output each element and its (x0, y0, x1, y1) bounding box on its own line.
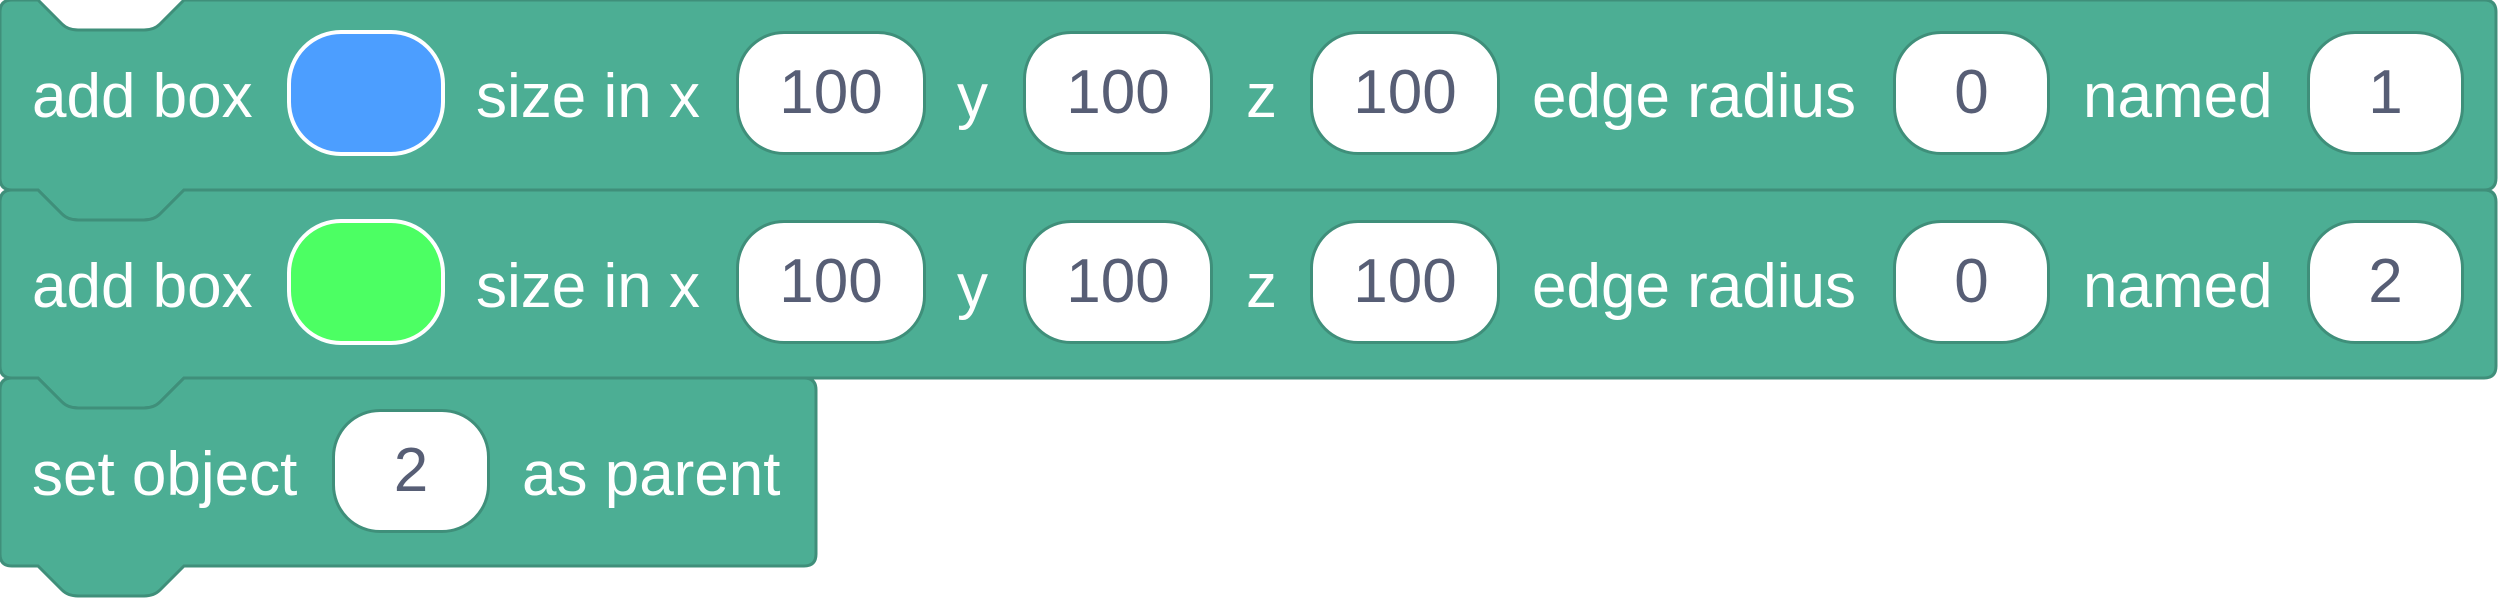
edge-radius-label: edge radius (1532, 62, 1857, 131)
size-y-label: y (957, 62, 988, 131)
size-y-label: y (957, 252, 988, 321)
size-z-input[interactable]: 100 (1310, 31, 1500, 155)
code-canvas: add box size in x 100 y 100 z 100 edge r… (0, 0, 2500, 599)
size-y-input[interactable]: 100 (1023, 31, 1213, 155)
set-object-label: set object (32, 440, 298, 509)
size-z-label: z (1246, 62, 1277, 131)
as-parent-label: as parent (522, 440, 781, 509)
edge-radius-input[interactable]: 0 (1893, 220, 2050, 344)
size-x-input[interactable]: 100 (736, 220, 926, 344)
size-x-label: size in x (476, 252, 700, 321)
size-y-input[interactable]: 100 (1023, 220, 1213, 344)
color-picker-swatch[interactable] (287, 219, 445, 345)
add-box-block-1[interactable]: add box size in x 100 y 100 z 100 edge r… (0, 0, 2496, 190)
name-input[interactable]: 2 (2307, 220, 2464, 344)
size-z-input[interactable]: 100 (1310, 220, 1500, 344)
edge-radius-label: edge radius (1532, 252, 1857, 321)
set-parent-block[interactable]: set object 2 as parent (0, 378, 816, 568)
named-label: named (2083, 252, 2273, 321)
color-picker-swatch[interactable] (287, 30, 445, 156)
add-box-label: add box (32, 252, 253, 321)
size-x-input[interactable]: 100 (736, 31, 926, 155)
add-box-label: add box (32, 62, 253, 131)
object-input[interactable]: 2 (332, 409, 490, 533)
size-z-label: z (1246, 252, 1277, 321)
name-input[interactable]: 1 (2307, 31, 2464, 155)
size-x-label: size in x (476, 62, 700, 131)
add-box-block-2[interactable]: add box size in x 100 y 100 z 100 edge r… (0, 190, 2496, 380)
named-label: named (2083, 62, 2273, 131)
edge-radius-input[interactable]: 0 (1893, 31, 2050, 155)
